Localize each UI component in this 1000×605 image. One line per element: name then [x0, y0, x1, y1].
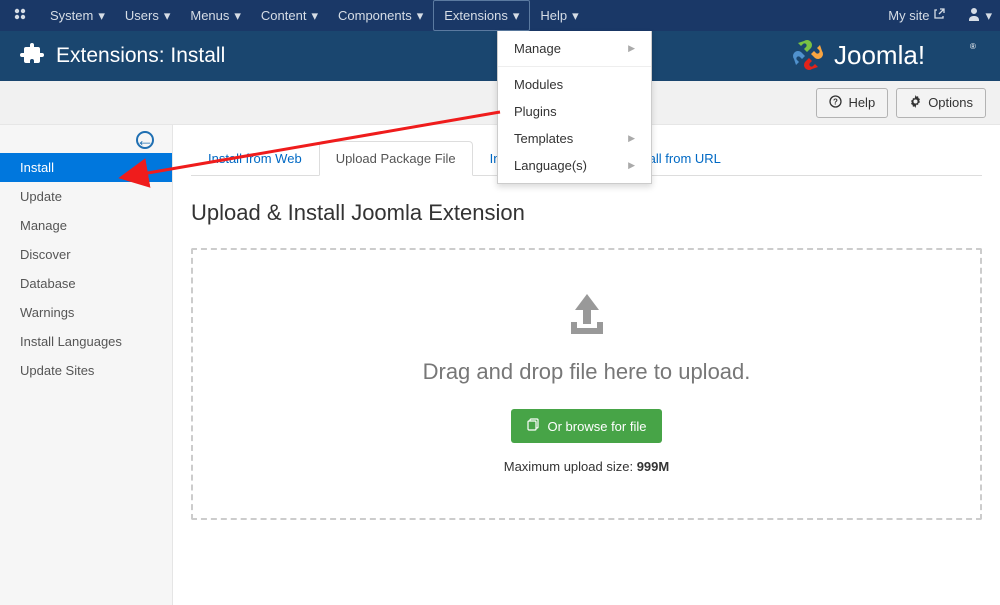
dd-separator	[498, 66, 651, 67]
dd-languages[interactable]: Language(s) ▶	[498, 152, 651, 179]
side-label: Install	[20, 160, 54, 175]
back-icon: ←	[136, 131, 154, 149]
body: ← Install Update Manage Discover Databas…	[0, 125, 1000, 605]
dd-templates[interactable]: Templates ▶	[498, 125, 651, 152]
sidebar-item-update-sites[interactable]: Update Sites	[0, 356, 172, 385]
max-upload-text: Maximum upload size: 999M	[213, 459, 960, 474]
nav-components[interactable]: Components ▾	[328, 0, 433, 31]
nav-content[interactable]: Content ▾	[251, 0, 328, 31]
sidebar-item-manage[interactable]: Manage	[0, 211, 172, 240]
side-label: Update Sites	[20, 363, 94, 378]
svg-text:Joomla!: Joomla!	[834, 40, 925, 70]
sidebar-item-install[interactable]: Install	[0, 153, 172, 182]
sidebar-item-discover[interactable]: Discover	[0, 240, 172, 269]
max-label: Maximum upload size:	[504, 459, 637, 474]
tab-label: Upload Package File	[336, 151, 456, 166]
side-label: Install Languages	[20, 334, 122, 349]
nav-menus[interactable]: Menus ▾	[180, 0, 251, 31]
chevron-right-icon: ▶	[628, 43, 635, 54]
nav-label: Users	[125, 8, 159, 23]
caret-icon: ▾	[572, 8, 579, 24]
nav-label: Help	[540, 8, 567, 23]
sidebar-item-database[interactable]: Database	[0, 269, 172, 298]
tab-label: Install from Web	[208, 151, 302, 166]
side-label: Discover	[20, 247, 71, 262]
button-label: Help	[848, 95, 875, 110]
nav-label: System	[50, 8, 93, 23]
help-button[interactable]: ? Help	[816, 88, 888, 118]
joomla-brand: Joomla! ®	[790, 37, 980, 76]
section-heading: Upload & Install Joomla Extension	[191, 200, 982, 226]
chevron-right-icon: ▶	[628, 160, 635, 171]
max-value: 999M	[637, 459, 670, 474]
button-label: Options	[928, 95, 973, 110]
nav-right: My site ▾	[884, 0, 992, 31]
caret-icon: ▾	[985, 8, 992, 24]
joomla-icon[interactable]	[12, 6, 28, 25]
caret-icon: ▾	[513, 8, 520, 24]
tab-upload-package[interactable]: Upload Package File	[319, 141, 473, 176]
tab-install-web[interactable]: Install from Web	[191, 141, 319, 176]
svg-text:?: ?	[833, 97, 838, 106]
sidebar-item-update[interactable]: Update	[0, 182, 172, 211]
button-label: Or browse for file	[548, 419, 647, 434]
sidebar: ← Install Update Manage Discover Databas…	[0, 125, 173, 605]
sidebar-item-warnings[interactable]: Warnings	[0, 298, 172, 327]
copy-icon	[527, 418, 540, 434]
upload-icon	[213, 290, 960, 341]
nav-user[interactable]: ▾	[967, 7, 992, 24]
dd-modules[interactable]: Modules	[498, 71, 651, 98]
main-content: Install from Web Upload Package File Ins…	[173, 125, 1000, 605]
caret-icon: ▾	[417, 8, 424, 24]
nav-extensions[interactable]: Extensions ▾	[433, 0, 530, 31]
side-label: Update	[20, 189, 62, 204]
caret-icon: ▾	[98, 8, 105, 24]
dd-label: Modules	[514, 77, 563, 92]
upload-dropzone[interactable]: Drag and drop file here to upload. Or br…	[191, 248, 982, 520]
nav-items: System ▾ Users ▾ Menus ▾ Content ▾ Component…	[40, 0, 884, 31]
sidebar-back[interactable]: ←	[0, 125, 172, 153]
gear-icon	[909, 95, 922, 111]
dd-label: Manage	[514, 41, 561, 56]
dropzone-text: Drag and drop file here to upload.	[213, 359, 960, 385]
dd-manage[interactable]: Manage ▶	[498, 35, 651, 62]
nav-label: Content	[261, 8, 307, 23]
svg-text:®: ®	[970, 42, 976, 51]
side-label: Manage	[20, 218, 67, 233]
nav-users[interactable]: Users ▾	[115, 0, 180, 31]
nav-label: Menus	[190, 8, 229, 23]
dd-label: Plugins	[514, 104, 557, 119]
dd-label: Templates	[514, 131, 573, 146]
dd-label: Language(s)	[514, 158, 587, 173]
browse-button[interactable]: Or browse for file	[511, 409, 663, 443]
user-icon	[967, 7, 981, 24]
side-label: Warnings	[20, 305, 74, 320]
caret-icon: ▾	[164, 8, 171, 24]
options-button[interactable]: Options	[896, 88, 986, 118]
extensions-dropdown: Manage ▶ Modules Plugins Templates ▶ Langu…	[497, 31, 652, 184]
help-icon: ?	[829, 95, 842, 111]
sidebar-item-languages[interactable]: Install Languages	[0, 327, 172, 356]
site-label: My site	[888, 8, 929, 23]
nav-label: Extensions	[444, 8, 508, 23]
side-label: Database	[20, 276, 76, 291]
page-title: Extensions: Install	[56, 44, 790, 68]
chevron-right-icon: ▶	[628, 133, 635, 144]
caret-icon: ▾	[311, 8, 318, 24]
caret-icon: ▾	[234, 8, 241, 24]
nav-label: Components	[338, 8, 412, 23]
top-navbar: System ▾ Users ▾ Menus ▾ Content ▾ Component…	[0, 0, 1000, 31]
external-link-icon	[933, 8, 945, 23]
nav-mysite[interactable]: My site	[884, 0, 949, 31]
nav-system[interactable]: System ▾	[40, 0, 115, 31]
nav-help[interactable]: Help ▾	[530, 0, 588, 31]
dd-plugins[interactable]: Plugins	[498, 98, 651, 125]
puzzle-icon	[20, 43, 44, 70]
